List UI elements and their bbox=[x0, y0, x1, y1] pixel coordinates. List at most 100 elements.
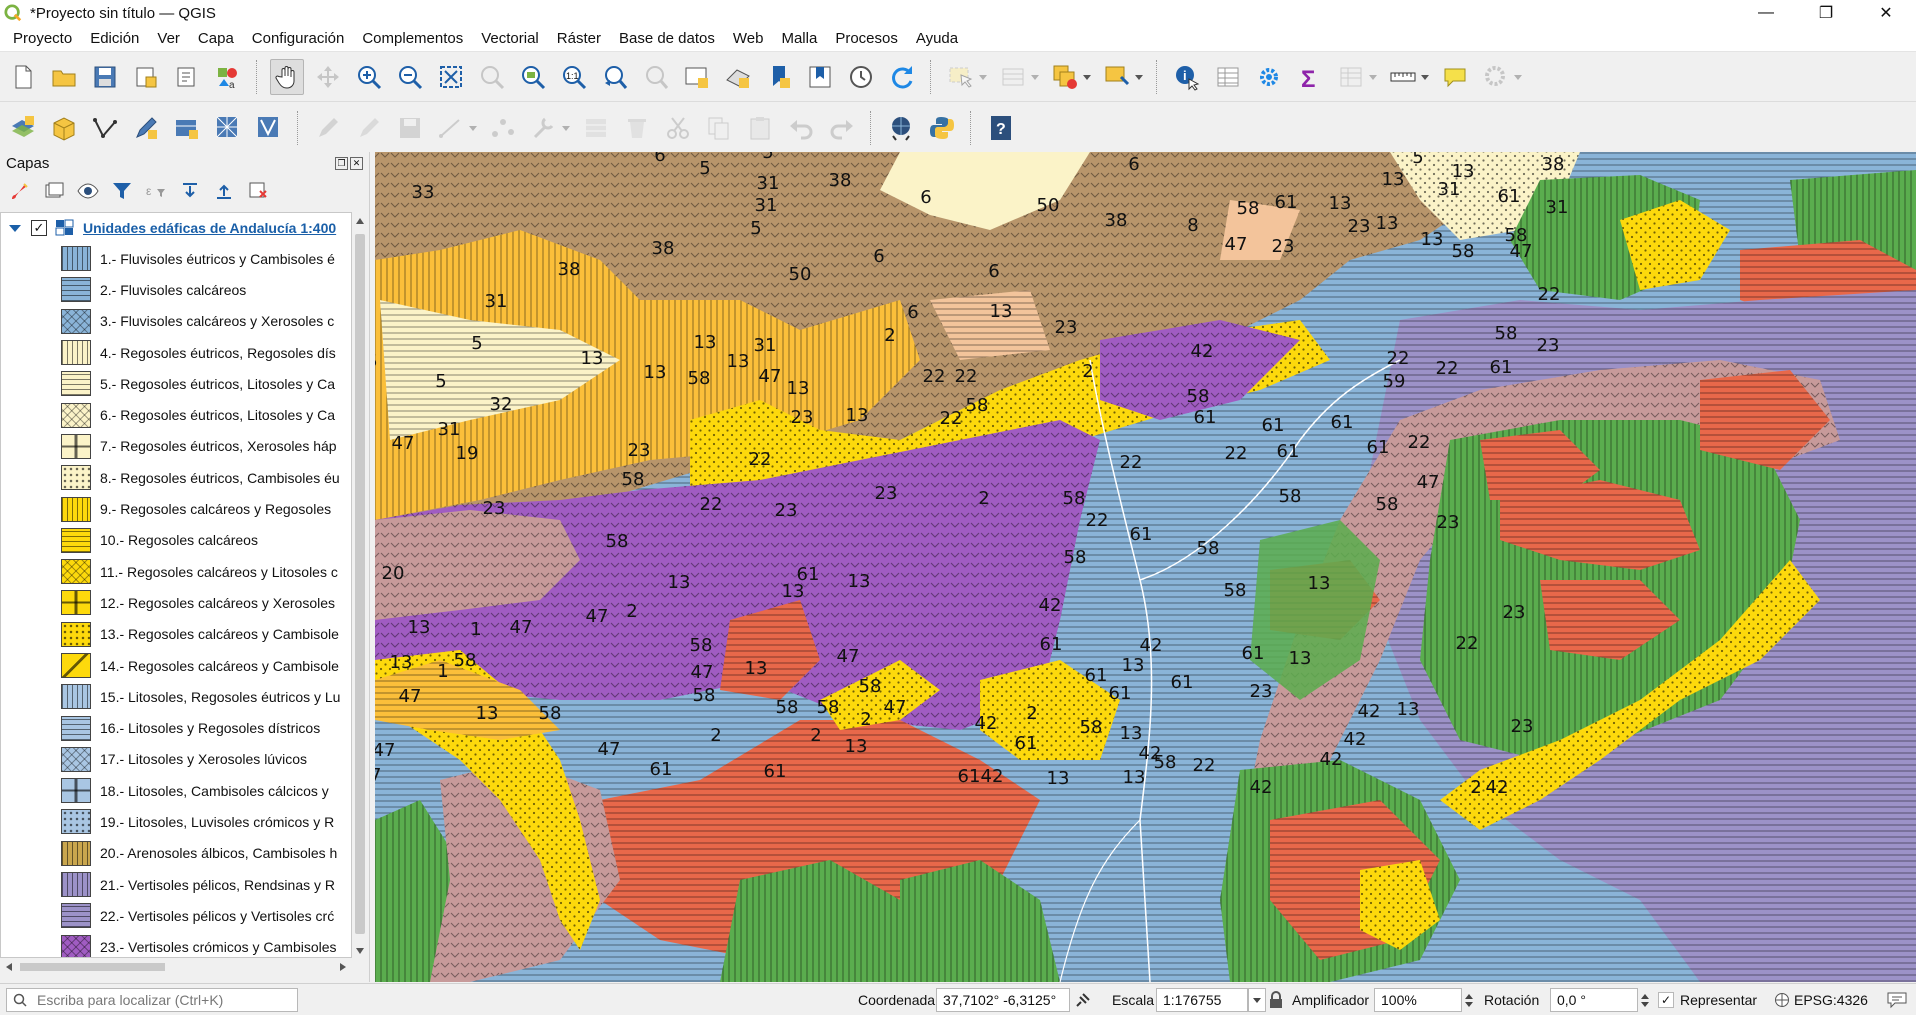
add-vector-tile-button[interactable] bbox=[252, 110, 286, 146]
attributes-button[interactable] bbox=[1211, 59, 1245, 95]
legend-item[interactable]: 18.- Litosoles, Cambisoles cálcicos y bbox=[1, 775, 351, 806]
new-shapefile-button[interactable] bbox=[88, 110, 122, 146]
add-group-button[interactable] bbox=[42, 179, 66, 203]
magnifier-spin-buttons[interactable] bbox=[1462, 988, 1476, 1012]
layer-tree-vertical-scrollbar[interactable] bbox=[352, 212, 368, 958]
menu-proyecto[interactable]: Proyecto bbox=[4, 30, 81, 47]
manage-themes-button[interactable] bbox=[76, 179, 100, 203]
menu-ayuda[interactable]: Ayuda bbox=[907, 30, 967, 47]
new-virtual-layer-button[interactable] bbox=[170, 110, 204, 146]
map-canvas[interactable]: 6665537193855383331313866503858611313311… bbox=[375, 152, 1916, 982]
rotation-field[interactable]: 0,0 ° bbox=[1550, 988, 1638, 1012]
map-tips-button[interactable] bbox=[1438, 59, 1472, 95]
filter-legend-button[interactable] bbox=[110, 179, 134, 203]
legend-item[interactable]: 4.- Regosoles éutricos, Regosoles dís bbox=[1, 337, 351, 368]
layer-tree-horizontal-scrollbar[interactable] bbox=[0, 958, 352, 976]
coordinate-field[interactable]: 37,7102° -6,3125° bbox=[936, 988, 1070, 1012]
paste-features-button[interactable] bbox=[743, 110, 777, 146]
render-toggle[interactable]: ✓ Representar bbox=[1658, 988, 1757, 1012]
crs-button[interactable]: EPSG:4326 bbox=[1774, 988, 1868, 1012]
legend-item[interactable]: 17.- Litosoles y Xerosoles lúvicos bbox=[1, 744, 351, 775]
new-bookmark-button[interactable] bbox=[762, 59, 796, 95]
rotation-spin-buttons[interactable] bbox=[1638, 988, 1652, 1012]
log-messages-button[interactable] bbox=[1886, 988, 1908, 1012]
panel-close-button[interactable]: ✕ bbox=[350, 156, 363, 170]
soil-map[interactable]: 6665537193855383331313866503858611313311… bbox=[375, 152, 1916, 982]
attribute-table-button[interactable] bbox=[1334, 59, 1377, 95]
legend-item[interactable]: 21.- Vertisoles pélicos, Rendsinas y R bbox=[1, 869, 351, 900]
data-source-manager-button[interactable] bbox=[6, 110, 40, 146]
select-location-button[interactable] bbox=[1100, 59, 1143, 95]
current-edits-button[interactable] bbox=[311, 110, 345, 146]
pan-to-selection-button[interactable] bbox=[311, 59, 345, 95]
layer-row-unidades-edaficas[interactable]: ✓ Unidades edáficas de Andalucía 1:400 bbox=[1, 213, 351, 243]
new-map-view-button[interactable] bbox=[680, 59, 714, 95]
legend-item[interactable]: 15.- Litosoles, Regosoles éutricos y Lu bbox=[1, 681, 351, 712]
zoom-in-button[interactable] bbox=[352, 59, 386, 95]
legend-item[interactable]: 1.- Fluvisoles éutricos y Cambisoles é bbox=[1, 243, 351, 274]
copy-features-button[interactable] bbox=[702, 110, 736, 146]
render-checkbox[interactable]: ✓ bbox=[1658, 992, 1674, 1008]
menu-vectorial[interactable]: Vectorial bbox=[472, 30, 548, 47]
magnifier-spinbox[interactable]: 100% bbox=[1374, 988, 1476, 1012]
undo-button[interactable] bbox=[784, 110, 818, 146]
zoom-full-button[interactable] bbox=[434, 59, 468, 95]
zoom-last-button[interactable] bbox=[598, 59, 632, 95]
scale-lock-button[interactable] bbox=[1268, 988, 1284, 1012]
legend-item[interactable]: 13.- Regosoles calcáreos y Cambisole bbox=[1, 619, 351, 650]
python-console-button[interactable] bbox=[925, 110, 959, 146]
redo-button[interactable] bbox=[825, 110, 859, 146]
zoom-next-button[interactable] bbox=[639, 59, 673, 95]
zoom-out-button[interactable] bbox=[393, 59, 427, 95]
panel-float-button[interactable]: ❐ bbox=[335, 156, 348, 170]
legend-item[interactable]: 5.- Regosoles éutricos, Litosoles y Ca bbox=[1, 368, 351, 399]
locator-search[interactable]: Escriba para localizar (Ctrl+K) bbox=[6, 988, 298, 1012]
temporal-controller-button[interactable] bbox=[844, 59, 878, 95]
legend-item[interactable]: 22.- Vertisoles pélicos y Vertisoles crć bbox=[1, 900, 351, 931]
menu-raster[interactable]: Ráster bbox=[548, 30, 610, 47]
new-mesh-layer-button[interactable] bbox=[211, 110, 245, 146]
menu-base-de-datos[interactable]: Base de datos bbox=[610, 30, 724, 47]
scale-field[interactable]: 1:176755 bbox=[1156, 988, 1248, 1012]
save-edits-button[interactable] bbox=[393, 110, 427, 146]
open-project-button[interactable] bbox=[47, 59, 81, 95]
new-3d-view-button[interactable] bbox=[721, 59, 755, 95]
legend-item[interactable]: 3.- Fluvisoles calcáreos y Xerosoles c bbox=[1, 306, 351, 337]
remove-layer-button[interactable] bbox=[246, 179, 270, 203]
collapse-all-button[interactable] bbox=[212, 179, 236, 203]
vertex-tool-button[interactable] bbox=[486, 110, 520, 146]
minimize-button[interactable]: — bbox=[1736, 0, 1796, 26]
menu-configuracion[interactable]: Configuración bbox=[243, 30, 354, 47]
legend-item[interactable]: 11.- Regosoles calcáreos y Litosoles c bbox=[1, 556, 351, 587]
toggle-editing-button[interactable] bbox=[352, 110, 386, 146]
rotation-spinbox[interactable]: 0,0 ° bbox=[1550, 988, 1652, 1012]
legend-item[interactable]: 19.- Litosoles, Luvisoles crómicos y R bbox=[1, 806, 351, 837]
settings-button[interactable] bbox=[1252, 59, 1286, 95]
legend-item[interactable]: 6.- Regosoles éutricos, Litosoles y Ca bbox=[1, 399, 351, 430]
layout-manager-button[interactable] bbox=[170, 59, 204, 95]
new-project-button[interactable] bbox=[6, 59, 40, 95]
statistics-button[interactable]: Σ bbox=[1293, 59, 1327, 95]
pan-map-button[interactable] bbox=[270, 58, 304, 95]
legend-item[interactable]: 14.- Regosoles calcáreos y Cambisole bbox=[1, 650, 351, 681]
messages-toggle[interactable] bbox=[1074, 988, 1092, 1012]
legend-item[interactable]: 16.- Litosoles y Regosoles dístricos bbox=[1, 712, 351, 743]
legend-item[interactable]: 12.- Regosoles calcáreos y Xerosoles bbox=[1, 587, 351, 618]
legend-item[interactable]: 10.- Regosoles calcáreos bbox=[1, 525, 351, 556]
cut-features-button[interactable] bbox=[661, 110, 695, 146]
filter-expression-button[interactable]: ε bbox=[144, 179, 168, 203]
measure-button[interactable] bbox=[1386, 59, 1429, 95]
refresh-button[interactable] bbox=[885, 59, 919, 95]
legend-item[interactable]: 8.- Regosoles éutricos, Cambisoles éu bbox=[1, 462, 351, 493]
show-bookmarks-button[interactable] bbox=[803, 59, 837, 95]
style-manager-button[interactable]: a bbox=[211, 59, 245, 95]
menu-procesos[interactable]: Procesos bbox=[826, 30, 907, 47]
layer-visibility-checkbox[interactable]: ✓ bbox=[31, 220, 47, 236]
qgis-cloud-button[interactable] bbox=[884, 110, 918, 146]
legend-item[interactable]: 9.- Regosoles calcáreos y Regosoles bbox=[1, 493, 351, 524]
help-button[interactable]: ? bbox=[984, 110, 1018, 146]
new-geopackage-button[interactable] bbox=[47, 110, 81, 146]
select-features-button[interactable] bbox=[944, 59, 987, 95]
menu-complementos[interactable]: Complementos bbox=[353, 30, 472, 47]
zoom-to-layer-button[interactable] bbox=[516, 59, 550, 95]
